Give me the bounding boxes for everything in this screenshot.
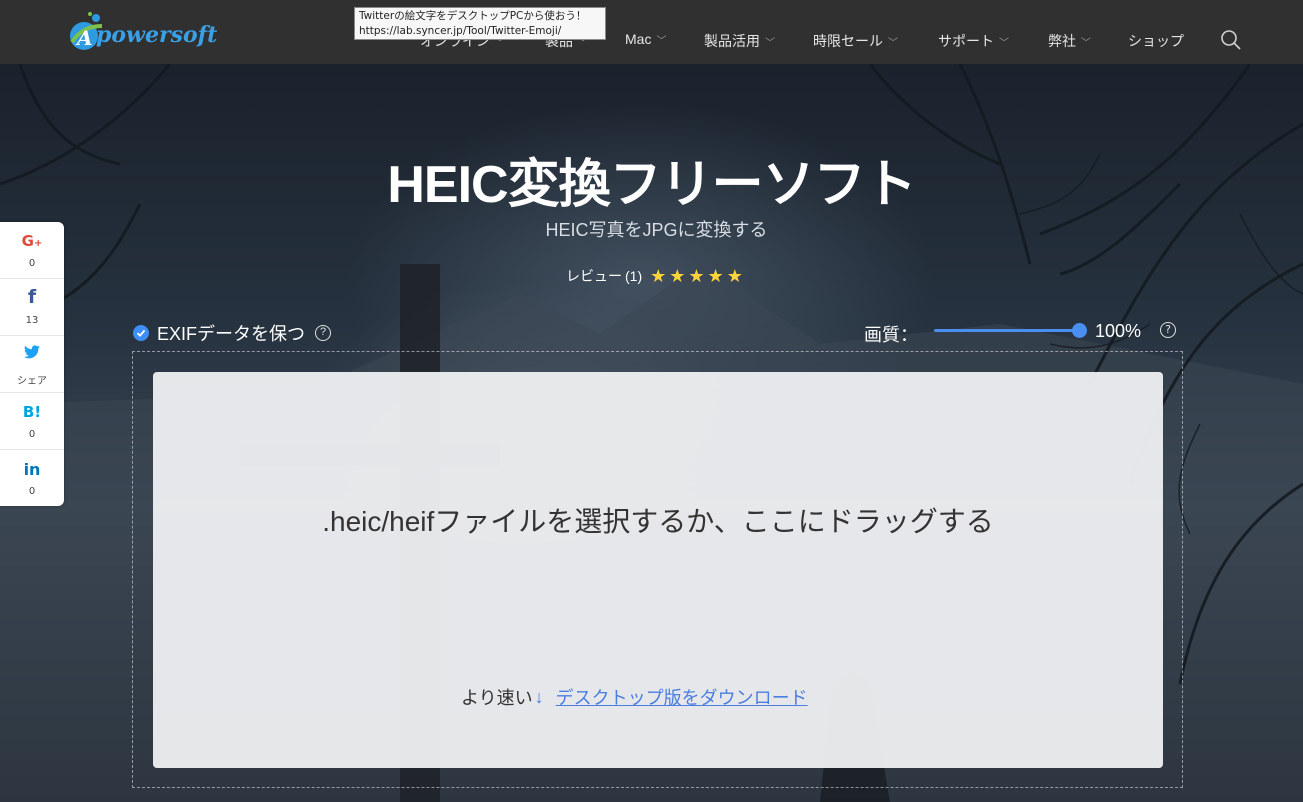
star-icon: ★ [707, 266, 724, 286]
share-linkedin[interactable]: in 0 [0, 450, 64, 507]
star-icon: ★ [688, 266, 705, 286]
star-rating: ★ ★ ★ ★ ★ [650, 267, 746, 285]
browser-tooltip: Twitterの絵文字をデスクトップPCから使おう！ https://lab.s… [354, 7, 606, 40]
download-arrow-icon: ↓ [534, 686, 544, 707]
nav-item-sale[interactable]: 時限セール ﹀ [813, 31, 898, 51]
desktop-download-row: より速い ↓ デスクトップ版をダウンロード [461, 684, 808, 710]
share-label: シェア [17, 376, 47, 387]
review-summary[interactable]: レビュー (1) ★ ★ ★ ★ ★ [566, 266, 746, 286]
star-icon: ★ [726, 266, 743, 286]
tooltip-line-1: Twitterの絵文字をデスクトップPCから使おう！ [359, 10, 587, 22]
google-plus-icon: G+ [21, 232, 43, 250]
star-icon: ★ [650, 266, 667, 286]
share-google-plus[interactable]: G+ 0 [0, 222, 64, 279]
hatena-bookmark-icon: B! [22, 403, 42, 421]
review-label: レビュー [566, 268, 622, 284]
quality-value: 100% [1095, 321, 1142, 341]
svg-text:A: A [75, 26, 93, 50]
exif-checkbox[interactable] [133, 325, 149, 341]
review-count: (1) [625, 268, 643, 284]
share-count: 0 [28, 486, 36, 497]
checkmark-icon [136, 329, 146, 337]
nav-item-company[interactable]: 弊社 ﹀ [1048, 31, 1091, 51]
share-twitter[interactable]: シェア [0, 336, 64, 393]
help-icon[interactable]: ? [1160, 322, 1176, 338]
apowersoft-logo[interactable]: A powersoft [66, 12, 236, 52]
exif-option[interactable]: EXIFデータを保つ ? [133, 320, 332, 346]
chevron-down-icon: ﹀ [999, 38, 1009, 49]
help-icon[interactable]: ? [315, 325, 332, 341]
share-count: 0 [28, 258, 36, 269]
share-hatena[interactable]: B! 0 [0, 393, 64, 450]
tooltip-line-2: https://lab.syncer.jp/Tool/Twitter-Emoji… [359, 25, 562, 37]
nav-item-usage[interactable]: 製品活用 ﹀ [704, 31, 775, 51]
twitter-icon [0, 344, 64, 364]
desktop-download-link[interactable]: デスクトップ版をダウンロード [556, 684, 808, 710]
page-subtitle: HEIC写真をJPGに変換する [545, 220, 768, 240]
chevron-down-icon: ﹀ [888, 38, 898, 49]
quality-label: 画質： [864, 325, 918, 345]
quality-slider-handle[interactable] [1072, 323, 1087, 338]
search-icon[interactable] [1220, 29, 1242, 51]
linkedin-icon: in [23, 460, 41, 479]
quality-slider-track[interactable] [934, 329, 1080, 332]
star-icon: ★ [669, 266, 686, 286]
exif-label: EXIFデータを保つ [157, 324, 306, 344]
nav-item-support[interactable]: サポート ﹀ [938, 31, 1009, 51]
drop-zone-prompt: .heic/heifファイルを選択するか、ここにドラッグする [322, 506, 994, 537]
nav-item-shop[interactable]: ショップ [1128, 31, 1184, 51]
nav-item-mac[interactable]: Mac ﹀ [625, 31, 666, 47]
page-title: HEIC変換フリーソフト [387, 156, 916, 214]
facebook-icon: f [27, 286, 37, 308]
chevron-down-icon: ﹀ [1081, 38, 1091, 49]
file-drop-zone[interactable]: .heic/heifファイルを選択するか、ここにドラッグする より速い ↓ デス… [153, 372, 1163, 768]
chevron-down-icon: ﹀ [765, 38, 775, 49]
share-count: 0 [28, 429, 36, 440]
chevron-down-icon: ﹀ [656, 36, 667, 47]
share-count: 13 [25, 315, 39, 326]
social-share-bar: G+ 0 f 13 シェア B! 0 in 0 [0, 222, 64, 506]
faster-label: より速い [461, 688, 533, 708]
top-navigation: A powersoft オンライン ﹀ 製品 ﹀ Mac ﹀ 製品活用 ﹀ 時限セール ﹀… [0, 0, 1303, 64]
share-facebook[interactable]: f 13 [0, 279, 64, 336]
logo-text: powersoft [96, 22, 218, 48]
